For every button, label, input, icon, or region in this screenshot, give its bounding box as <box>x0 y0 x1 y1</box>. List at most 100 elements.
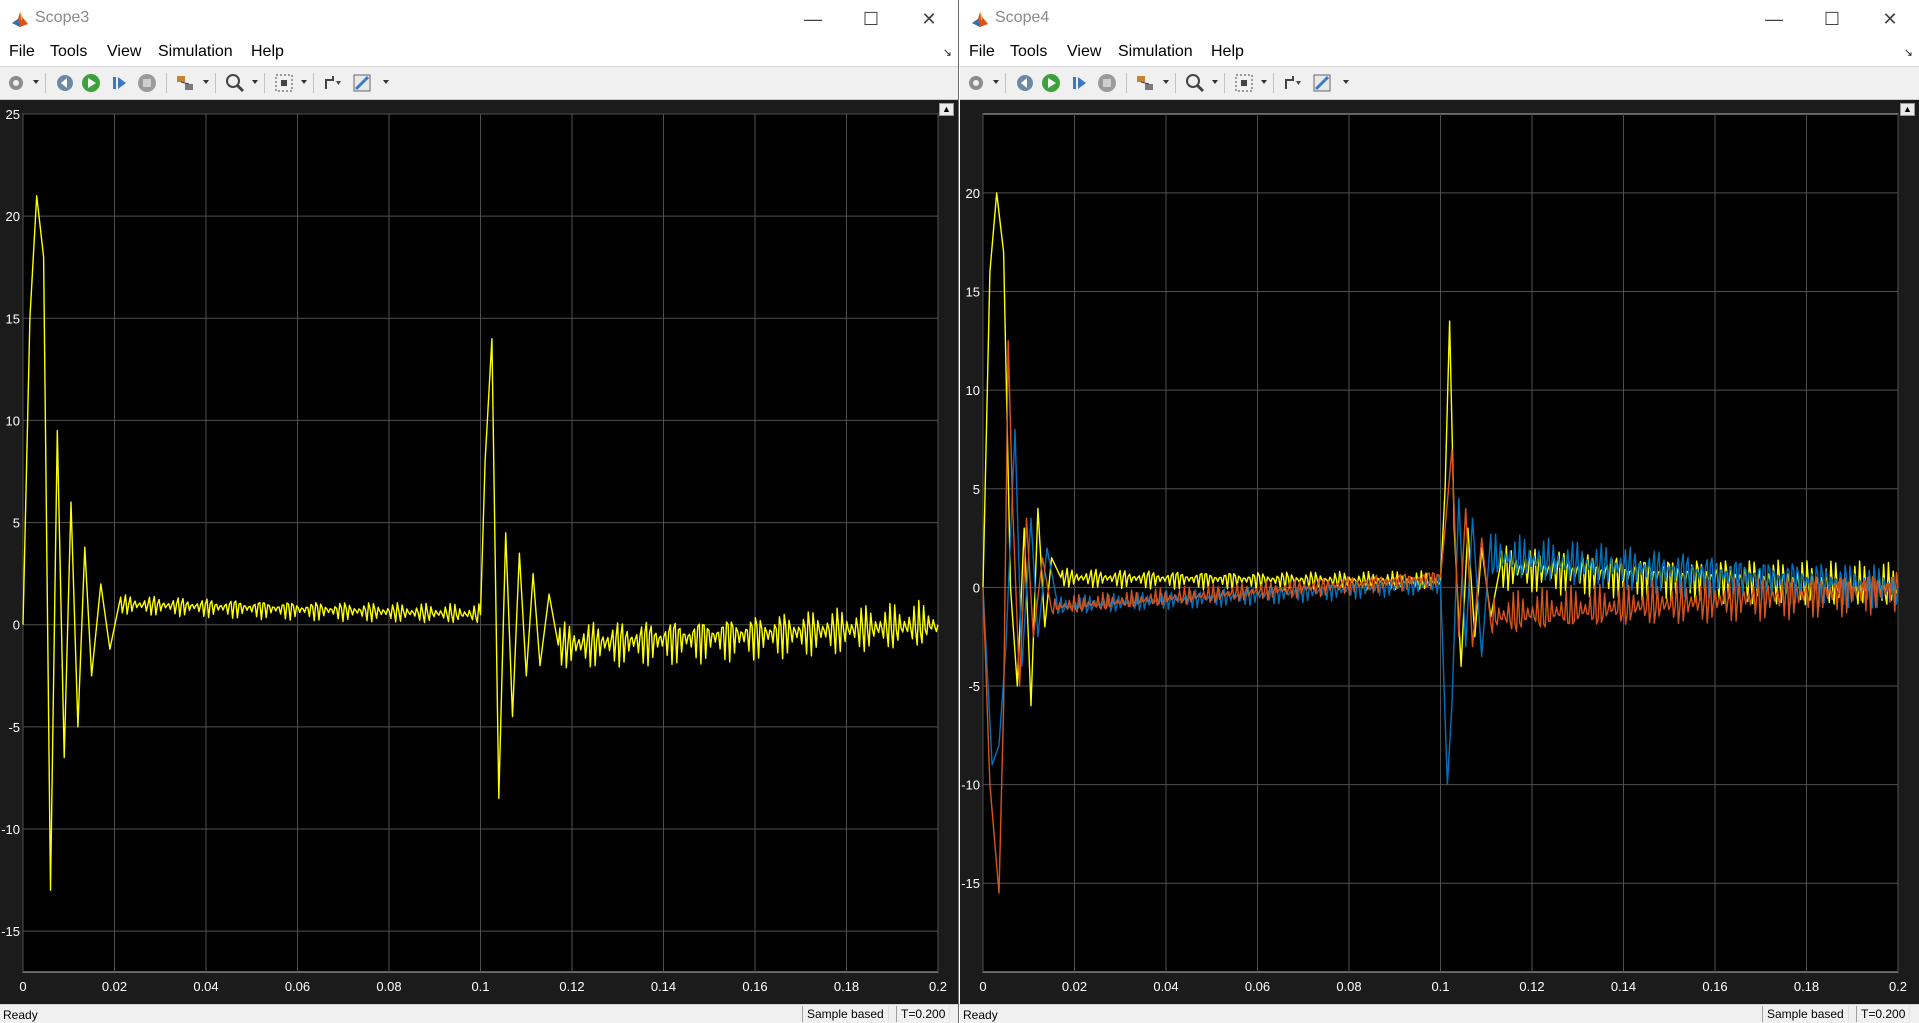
expand-axes-icon[interactable]: ▲ <box>1900 103 1915 116</box>
menu-help[interactable]: Help <box>248 38 287 66</box>
dock-pin-icon[interactable]: ↘ <box>943 46 952 59</box>
dock-pin-icon[interactable]: ↘ <box>1904 46 1913 59</box>
toolbar-separator <box>1175 73 1176 93</box>
stop-icon[interactable] <box>136 72 158 94</box>
x-tick-label: 0.1 <box>1431 979 1449 994</box>
menu-simulation[interactable]: Simulation <box>155 38 236 66</box>
x-tick-label: 0.18 <box>834 979 859 994</box>
window-title: Scope3 <box>35 9 90 26</box>
step-back-icon[interactable] <box>1014 72 1036 94</box>
status-ready-text: Ready <box>3 1008 38 1022</box>
autoscale-dropdown-icon[interactable] <box>1261 80 1267 84</box>
x-tick-label: 0 <box>979 979 986 994</box>
settings-gear-icon[interactable] <box>965 72 987 94</box>
toolbar-separator <box>264 73 265 93</box>
toolbar-separator <box>215 73 216 93</box>
status-bar: Ready Sample based T=0.200 <box>960 1004 1919 1023</box>
x-tick-label: 0.08 <box>1336 979 1361 994</box>
settings-gear-icon[interactable] <box>5 72 27 94</box>
status-bar: Ready Sample based T=0.200 <box>0 1004 958 1023</box>
menu-bar: File Tools View Simulation Help ↘ <box>960 38 1919 67</box>
scope4-axes[interactable]: 0 0.02 0.04 0.06 0.08 0.1 0.12 0.14 0.16 0.18 0.2 -… <box>960 100 1919 1004</box>
toolbar-separator <box>1273 73 1274 93</box>
title-bar[interactable]: Scope3 — ☐ ✕ <box>0 0 958 38</box>
highlight-dropdown-icon[interactable] <box>203 80 209 84</box>
run-icon[interactable] <box>80 72 102 94</box>
y-tick-label: 20 <box>966 186 980 201</box>
close-button[interactable]: ✕ <box>1861 0 1919 38</box>
x-tick-label: 0.08 <box>376 979 401 994</box>
zoom-icon[interactable] <box>224 72 246 94</box>
y-tick-label: 25 <box>6 107 20 122</box>
zoom-dropdown-icon[interactable] <box>1212 80 1218 84</box>
menu-tools[interactable]: Tools <box>47 38 90 66</box>
minimize-button[interactable]: — <box>1745 0 1803 38</box>
highlight-block-icon[interactable] <box>1134 72 1156 94</box>
scope3-axes[interactable]: 0 0.02 0.04 0.06 0.08 0.1 0.12 0.14 0.16 0.18 0.2 -… <box>0 100 959 1004</box>
scope4-window: Scope4 — ☐ ✕ File Tools View Simulation … <box>960 0 1919 1023</box>
autoscale-icon[interactable] <box>1233 72 1255 94</box>
scope-plot-area[interactable]: 0 0.02 0.04 0.06 0.08 0.1 0.12 0.14 0.16 0.18 0.2 -… <box>960 100 1919 1004</box>
autoscale-icon[interactable] <box>273 72 295 94</box>
x-tick-label: 0.02 <box>102 979 127 994</box>
measurements-icon[interactable] <box>351 72 373 94</box>
sim-time-text: T=0.200 <box>1856 1006 1911 1022</box>
y-tick-label: -5 <box>8 720 20 735</box>
y-tick-label: 0 <box>13 618 20 633</box>
menu-bar: File Tools View Simulation Help ↘ <box>0 38 958 67</box>
step-back-icon[interactable] <box>54 72 76 94</box>
x-tick-label: 0 <box>19 979 26 994</box>
menu-file[interactable]: File <box>966 38 998 66</box>
trigger-icon[interactable] <box>1282 72 1304 94</box>
run-icon[interactable] <box>1040 72 1062 94</box>
zoom-icon[interactable] <box>1184 72 1206 94</box>
minimize-button[interactable]: — <box>784 0 842 38</box>
x-tick-label: 0.02 <box>1062 979 1087 994</box>
sample-mode-text: Sample based <box>1762 1006 1849 1022</box>
x-tick-label: 0.2 <box>1889 979 1907 994</box>
close-button[interactable]: ✕ <box>900 0 958 38</box>
measurements-dropdown-icon[interactable] <box>383 80 389 84</box>
menu-simulation[interactable]: Simulation <box>1115 38 1196 66</box>
status-ready-text: Ready <box>963 1008 998 1022</box>
menu-help[interactable]: Help <box>1208 38 1247 66</box>
autoscale-dropdown-icon[interactable] <box>301 80 307 84</box>
toolbar-separator <box>313 73 314 93</box>
x-tick-label: 0.12 <box>1519 979 1544 994</box>
menu-view[interactable]: View <box>1064 38 1104 66</box>
menu-tools[interactable]: Tools <box>1007 38 1050 66</box>
maximize-button[interactable]: ☐ <box>842 0 900 38</box>
y-tick-label: 5 <box>973 482 980 497</box>
y-tick-label: 15 <box>6 311 20 326</box>
x-tick-label: 0.06 <box>1245 979 1270 994</box>
measurements-icon[interactable] <box>1311 72 1333 94</box>
x-tick-label: 0.14 <box>651 979 676 994</box>
settings-dropdown-icon[interactable] <box>33 80 39 84</box>
measurements-dropdown-icon[interactable] <box>1343 80 1349 84</box>
scope-plot-area[interactable]: 0 0.02 0.04 0.06 0.08 0.1 0.12 0.14 0.16 0.18 0.2 -… <box>0 100 958 1004</box>
settings-dropdown-icon[interactable] <box>993 80 999 84</box>
step-forward-icon[interactable] <box>1068 72 1090 94</box>
menu-file[interactable]: File <box>6 38 38 66</box>
maximize-button[interactable]: ☐ <box>1803 0 1861 38</box>
toolbar <box>0 67 958 100</box>
highlight-dropdown-icon[interactable] <box>1163 80 1169 84</box>
y-tick-label: 5 <box>13 516 20 531</box>
zoom-dropdown-icon[interactable] <box>252 80 258 84</box>
toolbar-separator <box>1126 73 1127 93</box>
sim-time-text: T=0.200 <box>896 1006 951 1022</box>
toolbar-separator <box>1005 73 1006 93</box>
stop-icon[interactable] <box>1096 72 1118 94</box>
x-tick-label: 0.14 <box>1611 979 1636 994</box>
x-tick-label: 0.1 <box>471 979 489 994</box>
menu-view[interactable]: View <box>104 38 144 66</box>
step-forward-icon[interactable] <box>108 72 130 94</box>
x-tick-label: 0.04 <box>1153 979 1178 994</box>
x-tick-label: 0.16 <box>742 979 767 994</box>
trigger-icon[interactable] <box>322 72 344 94</box>
x-tick-label: 0.18 <box>1794 979 1819 994</box>
title-bar[interactable]: Scope4 — ☐ ✕ <box>960 0 1919 38</box>
matlab-app-icon <box>972 12 988 27</box>
expand-axes-icon[interactable]: ▲ <box>939 103 954 116</box>
highlight-block-icon[interactable] <box>174 72 196 94</box>
